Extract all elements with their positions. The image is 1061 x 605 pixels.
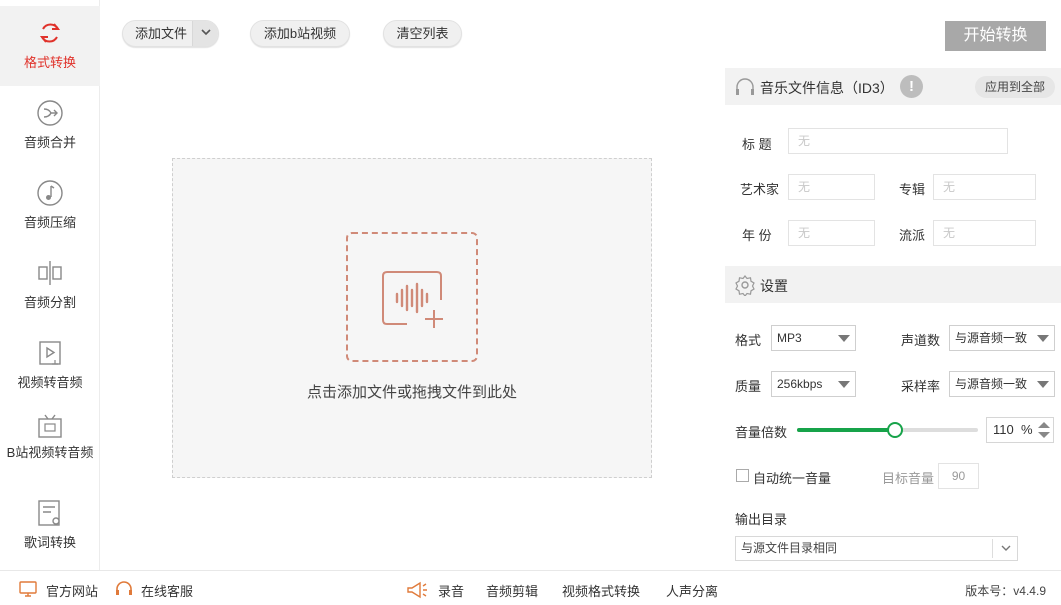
genre-label: 流派	[899, 228, 926, 243]
format-convert-icon	[39, 23, 61, 43]
online-service-link[interactable]: 在线客服	[141, 581, 193, 600]
file-drop-zone[interactable]: 点击添加文件或拖拽文件到此处	[172, 158, 652, 478]
monitor-icon	[19, 581, 37, 597]
channels-select[interactable]: 与源音频一致	[949, 325, 1055, 351]
output-dir-value: 与源文件目录相同	[741, 541, 838, 555]
album-field[interactable]: 无	[933, 174, 1036, 200]
lyrics-icon	[38, 500, 60, 526]
record-link[interactable]: 录音	[438, 581, 464, 600]
volume-unit: %	[1021, 422, 1033, 437]
add-file-button[interactable]: 添加文件	[122, 20, 219, 47]
sidebar-item-format-convert[interactable]: 格式转换	[0, 6, 100, 86]
samplerate-value: 与源音频一致	[955, 377, 1028, 391]
headphones-icon	[736, 78, 754, 95]
bottom-bar: 官方网站 在线客服 录音 音频剪辑 视频格式转换 人声分离 版本号：v4.4.9	[0, 570, 1061, 605]
info-icon[interactable]: !	[900, 75, 923, 98]
audio-compress-icon	[37, 180, 63, 206]
sidebar-item-label: B站视频转音频	[6, 445, 94, 460]
volume-value: 110	[993, 422, 1014, 437]
add-bilibili-video-button[interactable]: 添加b站视频	[250, 20, 350, 47]
samplerate-select[interactable]: 与源音频一致	[949, 371, 1055, 397]
video-to-audio-icon	[39, 341, 61, 365]
quality-select[interactable]: 256kbps	[771, 371, 856, 397]
stepper-down-icon[interactable]	[1038, 432, 1050, 438]
album-label: 专辑	[899, 182, 926, 197]
title-field[interactable]: 无	[788, 128, 1008, 154]
sidebar: 格式转换 音频合并 音频压缩 音频分割 视频转音频 B站视频转音频 歌词转换	[0, 0, 100, 570]
volume-stepper[interactable]: 110 %	[986, 417, 1054, 443]
id3-title: 音乐文件信息（ID3）	[760, 80, 894, 96]
add-audio-icon	[382, 271, 443, 328]
audio-edit-link[interactable]: 音频剪辑	[486, 581, 538, 600]
sidebar-item-label: 格式转换	[23, 55, 76, 70]
caret-down-icon	[1037, 381, 1049, 388]
auto-volume-label: 自动统一音量	[753, 471, 832, 486]
year-field[interactable]: 无	[788, 220, 875, 246]
settings-header: 设置	[725, 266, 1061, 303]
add-file-dropdown[interactable]	[192, 21, 218, 46]
caret-down-icon	[838, 381, 850, 388]
start-convert-button[interactable]: 开始转换	[945, 21, 1046, 51]
sidebar-item-audio-compress[interactable]: 音频压缩	[0, 166, 100, 246]
sidebar-item-label: 音频分割	[23, 295, 76, 310]
vocal-separation-link[interactable]: 人声分离	[666, 581, 718, 600]
chevron-down-icon	[1001, 545, 1011, 551]
headset-icon	[116, 581, 132, 595]
bilibili-icon	[38, 414, 62, 438]
sidebar-item-audio-split[interactable]: 音频分割	[0, 246, 100, 326]
audio-merge-icon	[37, 100, 63, 126]
format-value: MP3	[777, 331, 802, 345]
volume-slider-fill	[797, 428, 895, 432]
format-select[interactable]: MP3	[771, 325, 856, 351]
drop-hint-text: 点击添加文件或拖拽文件到此处	[306, 384, 517, 401]
clear-list-button[interactable]: 清空列表	[383, 20, 462, 47]
caret-down-icon	[838, 335, 850, 342]
version-label: 版本号：v4.4.9	[965, 584, 1046, 598]
stepper-up-icon[interactable]	[1038, 422, 1050, 428]
year-label: 年 份	[742, 228, 772, 243]
add-file-label: 添加文件	[135, 26, 188, 41]
genre-field[interactable]: 无	[933, 220, 1036, 246]
target-volume-field[interactable]: 90	[938, 463, 979, 489]
samplerate-label: 采样率	[901, 379, 941, 394]
sidebar-item-audio-merge[interactable]: 音频合并	[0, 86, 100, 166]
sidebar-item-label: 视频转音频	[17, 375, 83, 390]
volume-slider-handle[interactable]	[886, 422, 903, 438]
megaphone-icon	[407, 581, 427, 599]
official-website-link[interactable]: 官方网站	[46, 581, 98, 600]
title-label: 标 题	[742, 137, 772, 152]
caret-down-icon	[1037, 335, 1049, 342]
channels-label: 声道数	[901, 333, 941, 348]
output-dir-label: 输出目录	[735, 512, 788, 527]
volume-slider[interactable]	[797, 422, 978, 438]
sidebar-item-label: 音频合并	[23, 135, 76, 150]
id3-panel-header: 音乐文件信息（ID3） ! 应用到全部	[725, 68, 1061, 105]
settings-title: 设置	[760, 278, 788, 294]
channels-value: 与源音频一致	[955, 331, 1028, 345]
audio-split-icon	[38, 261, 62, 285]
quality-value: 256kbps	[777, 377, 823, 391]
quality-label: 质量	[735, 379, 762, 394]
apply-all-button[interactable]: 应用到全部	[975, 76, 1055, 98]
volume-label: 音量倍数	[735, 425, 788, 440]
sidebar-item-bilibili[interactable]: B站视频转音频	[0, 406, 100, 486]
select-divider	[992, 539, 993, 558]
sidebar-item-video-to-audio[interactable]: 视频转音频	[0, 326, 100, 406]
target-volume-label: 目标音量	[882, 471, 935, 486]
sidebar-item-label: 音频压缩	[23, 215, 76, 230]
drop-box	[346, 232, 478, 362]
auto-volume-checkbox[interactable]	[736, 469, 749, 482]
sidebar-item-lyrics[interactable]: 歌词转换	[0, 486, 100, 566]
artist-field[interactable]: 无	[788, 174, 875, 200]
format-label: 格式	[735, 333, 762, 348]
gear-icon	[735, 275, 755, 296]
output-dir-select[interactable]: 与源文件目录相同	[735, 536, 1018, 561]
artist-label: 艺术家	[740, 182, 780, 197]
video-format-convert-link[interactable]: 视频格式转换	[562, 581, 640, 600]
chevron-down-icon	[201, 29, 211, 36]
sidebar-item-label: 歌词转换	[23, 535, 76, 550]
